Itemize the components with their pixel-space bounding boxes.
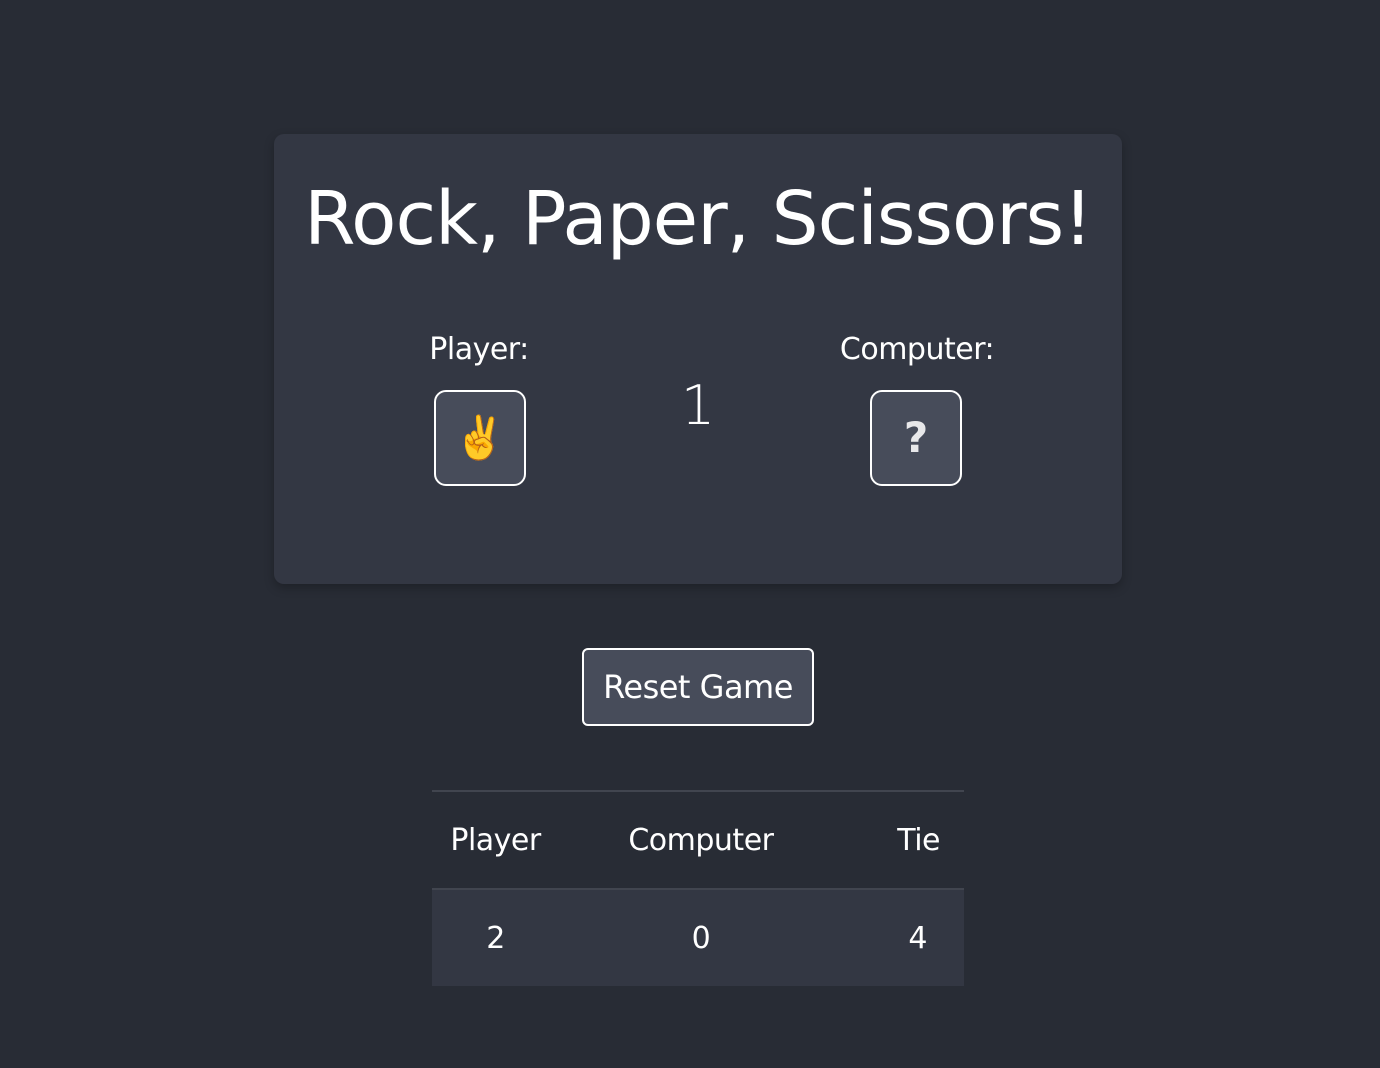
game-card: Rock, Paper, Scissors! Player: ✌️ 1 Comp… — [274, 134, 1122, 584]
player-label: Player: — [429, 332, 529, 367]
computer-label: Computer: — [839, 332, 995, 367]
score-table: Player Computer Tie 2 0 4 — [432, 790, 964, 986]
player-choice-box[interactable]: ✌️ — [434, 390, 526, 486]
victory-hand-icon: ✌️ — [453, 413, 507, 462]
reset-game-button[interactable]: Reset Game — [582, 648, 814, 726]
page-title: Rock, Paper, Scissors! — [304, 176, 1093, 262]
computer-choice-box[interactable]: ? — [870, 390, 962, 486]
score-tie: 4 — [908, 920, 927, 956]
header-tie: Tie — [897, 822, 940, 858]
score-computer: 0 — [691, 920, 711, 956]
score-value-row: 2 0 4 — [432, 889, 964, 986]
score-header-row: Player Computer Tie — [432, 791, 964, 889]
header-player: Player — [450, 822, 541, 858]
page: Rock, Paper, Scissors! Player: ✌️ 1 Comp… — [0, 0, 1380, 1068]
score-player: 2 — [486, 920, 505, 956]
header-computer: Computer — [628, 822, 774, 858]
round-number: 1 — [680, 374, 716, 437]
question-mark-icon: ? — [903, 413, 929, 462]
